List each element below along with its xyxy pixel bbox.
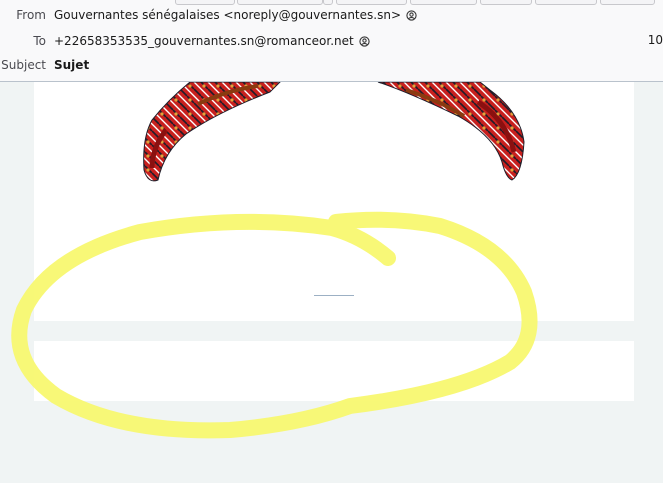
date-value: 10 bbox=[647, 33, 663, 47]
from-value[interactable]: Gouvernantes sénégalaises <noreply@gouve… bbox=[54, 8, 401, 22]
email-footer-card bbox=[34, 341, 634, 401]
subject-row: Subject Sujet bbox=[0, 54, 89, 76]
contact-icon[interactable] bbox=[406, 9, 417, 21]
toolbar-button-stub[interactable] bbox=[600, 0, 655, 5]
message-header: From Gouvernantes sénégalaises <noreply@… bbox=[0, 0, 663, 82]
to-label: To bbox=[33, 34, 46, 48]
to-row: To +22658353535_gouvernantes.sn@romanceo… bbox=[0, 30, 370, 52]
toolbar-button-stub[interactable] bbox=[410, 0, 477, 5]
divider-line bbox=[314, 295, 354, 296]
to-value[interactable]: +22658353535_gouvernantes.sn@romanceor.n… bbox=[54, 34, 354, 48]
wax-print-headwrap-image bbox=[143, 82, 525, 182]
subject-value: Sujet bbox=[54, 58, 90, 72]
toolbar-button-stub[interactable] bbox=[480, 0, 532, 5]
message-body bbox=[0, 82, 663, 483]
from-label: From bbox=[16, 8, 46, 22]
from-row: From Gouvernantes sénégalaises <noreply@… bbox=[0, 4, 417, 26]
toolbar-button-stub[interactable] bbox=[535, 0, 597, 5]
subject-label: Subject bbox=[1, 58, 46, 72]
contact-icon[interactable] bbox=[359, 35, 370, 47]
